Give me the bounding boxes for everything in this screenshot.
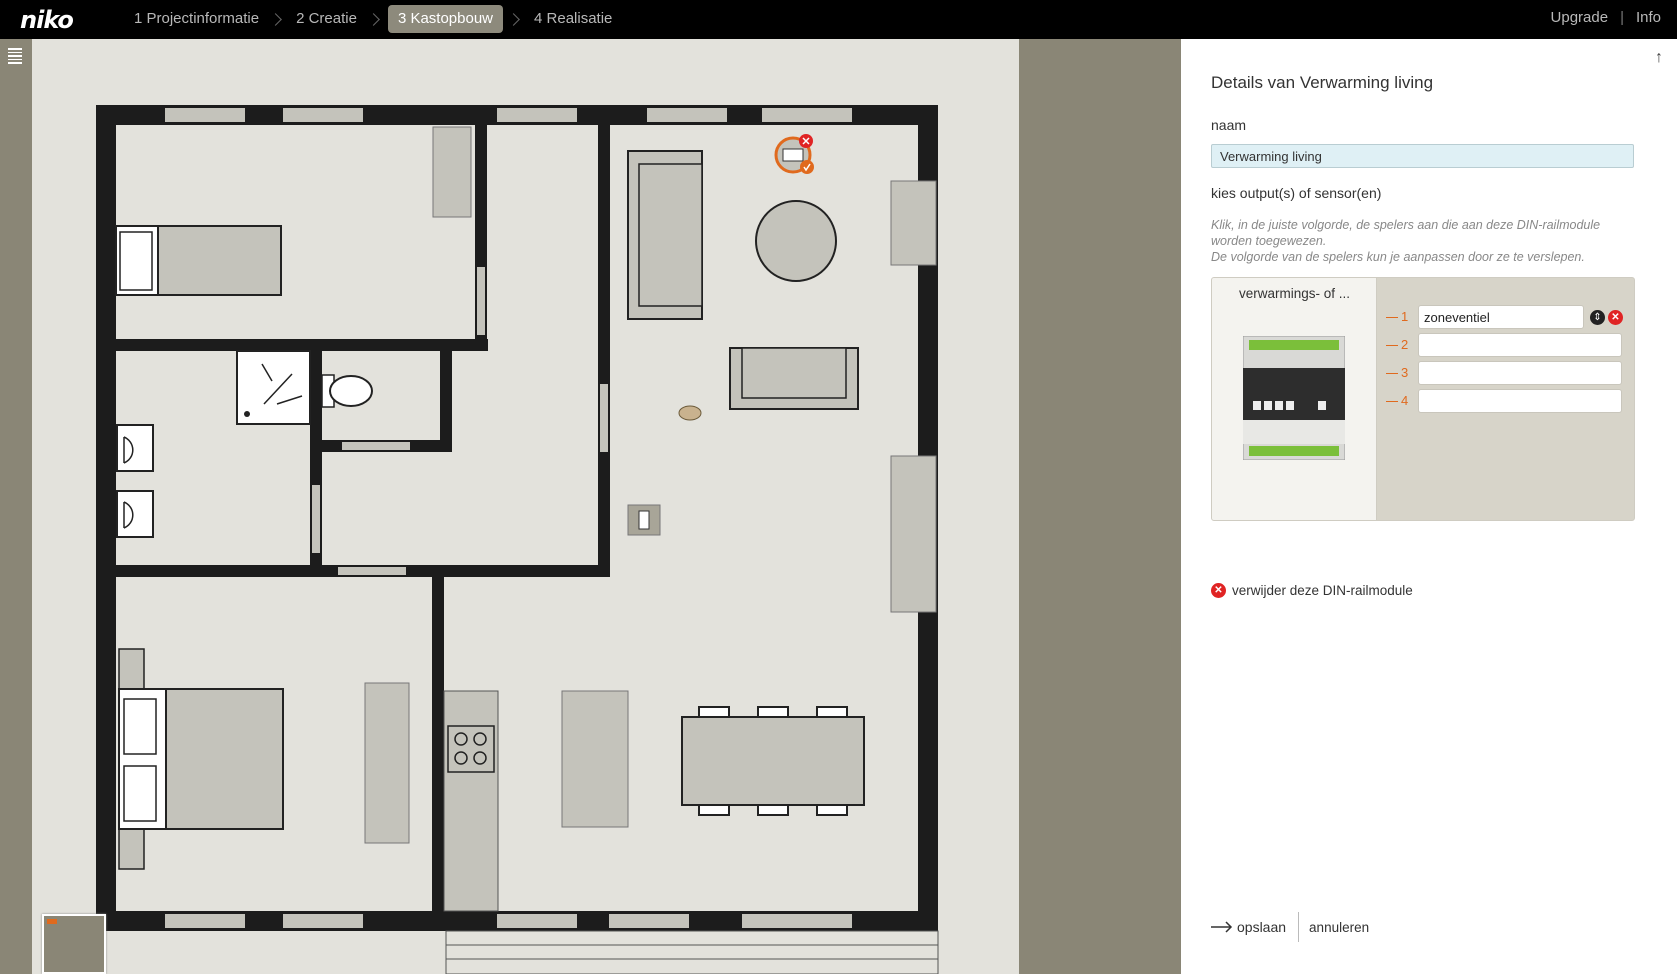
arrow-right-icon: [1211, 921, 1233, 933]
save-label: opslaan: [1237, 919, 1287, 935]
chevron-right-icon: [269, 12, 282, 26]
outputs-label: kies output(s) of sensor(en): [1211, 185, 1382, 201]
floorplan: [96, 105, 939, 974]
slot-2-input[interactable]: [1418, 333, 1622, 357]
cancel-button[interactable]: annuleren: [1299, 920, 1369, 935]
chevron-right-icon: [367, 12, 380, 26]
name-label: naam: [1211, 117, 1247, 133]
info-link[interactable]: Info: [1636, 9, 1661, 26]
hint-text: Klik, in de juiste volgorde, de spelers …: [1211, 217, 1641, 265]
wizard-steps: 1 Projectinformatie 2 Creatie 3 Kastopbo…: [128, 5, 618, 33]
step-creatie[interactable]: 2 Creatie: [290, 5, 363, 33]
upgrade-link[interactable]: Upgrade: [1551, 9, 1609, 26]
hint-line-1: Klik, in de juiste volgorde, de spelers …: [1211, 218, 1601, 248]
left-toolbar: [0, 39, 32, 974]
remove-module-label: verwijder deze DIN-railmodule: [1232, 583, 1413, 598]
din-module-box: verwarmings- of ... 1 ⇕ ✕ 2: [1211, 277, 1635, 521]
panel-footer: opslaan annuleren: [1211, 912, 1369, 942]
minimap-thumbnail[interactable]: [42, 914, 106, 974]
niko-logo: niko: [20, 6, 74, 34]
arrow-up-icon[interactable]: ↑: [1655, 49, 1663, 67]
module-title: verwarmings- of ...: [1238, 286, 1351, 301]
step-projectinformatie[interactable]: 1 Projectinformatie: [128, 5, 265, 33]
delete-icon: ✕: [1211, 583, 1226, 598]
panel-title: Details van Verwarming living: [1211, 73, 1434, 92]
chevron-right-icon: [507, 12, 520, 26]
slot-3-input[interactable]: [1418, 361, 1622, 385]
save-button[interactable]: opslaan: [1211, 912, 1300, 942]
remove-module-button[interactable]: ✕ verwijder deze DIN-railmodule: [1211, 583, 1413, 598]
din-module-icon: [1243, 336, 1345, 460]
floorplan-canvas[interactable]: [32, 39, 1019, 974]
canvas-side-band: [1019, 39, 1181, 974]
step-realisatie[interactable]: 4 Realisatie: [528, 5, 618, 33]
hint-line-2: De volgorde van de spelers kun je aanpas…: [1211, 250, 1585, 264]
slot-4-input[interactable]: [1418, 389, 1622, 413]
slot-1-input[interactable]: [1418, 305, 1584, 329]
name-input[interactable]: [1211, 144, 1634, 168]
top-bar: niko 1 Projectinformatie 2 Creatie 3 Kas…: [0, 0, 1677, 39]
delete-icon[interactable]: ✕: [1608, 310, 1623, 325]
module-info: verwarmings- of ...: [1212, 278, 1377, 520]
link-separator: |: [1620, 9, 1624, 26]
menu-icon[interactable]: [8, 48, 22, 64]
top-links: Upgrade | Info: [1551, 9, 1661, 26]
step-kastopbouw[interactable]: 3 Kastopbouw: [387, 5, 504, 33]
details-panel: ↑ Details van Verwarming living naam kie…: [1181, 39, 1677, 974]
move-icon[interactable]: ⇕: [1590, 310, 1605, 325]
